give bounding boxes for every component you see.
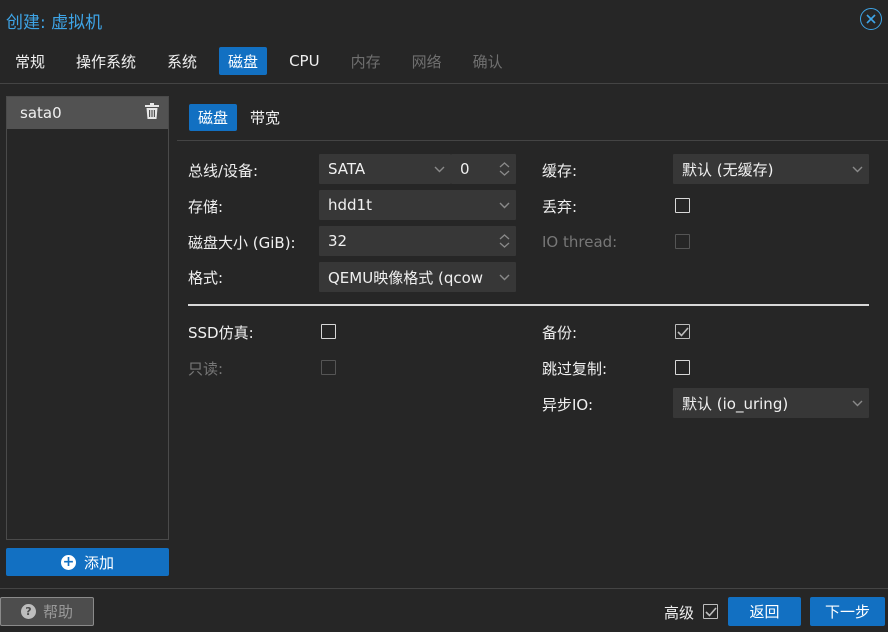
checkmark-icon [676, 326, 689, 337]
storage-label: 存储: [188, 197, 224, 216]
async-io-label: 异步IO: [542, 395, 594, 414]
bus-select[interactable]: SATA [319, 154, 451, 184]
ssd-checkbox[interactable] [321, 324, 336, 339]
add-disk-button[interactable]: + 添加 [6, 548, 169, 576]
discard-checkbox[interactable] [675, 198, 690, 213]
subtab-disk[interactable]: 磁盘 [189, 104, 238, 131]
async-io-select[interactable]: 默认 (io_uring) [673, 388, 869, 418]
chevron-down-icon[interactable] [492, 190, 516, 220]
disk-sub-tabs: 磁盘 带宽 [189, 104, 293, 131]
chevron-down-icon[interactable] [492, 262, 516, 292]
tab-network: 网络 [411, 52, 442, 71]
ssd-label: SSD仿真: [188, 323, 254, 342]
tab-cpu[interactable]: CPU [280, 47, 329, 75]
help-button[interactable]: ? 帮助 [0, 597, 94, 626]
device-number-spinner[interactable]: 0 [451, 154, 516, 184]
advanced-checkbox[interactable] [703, 604, 718, 619]
subtab-bandwidth[interactable]: 带宽 [241, 104, 289, 131]
tab-os[interactable]: 操作系统 [67, 47, 145, 75]
backup-checkbox[interactable] [675, 324, 690, 339]
trash-icon[interactable] [145, 103, 159, 119]
close-button[interactable] [860, 8, 882, 30]
format-value: QEMU映像格式 (qcow [328, 268, 484, 287]
chevron-down-icon[interactable] [427, 154, 451, 184]
device-value: 0 [460, 160, 470, 178]
chevron-down-icon[interactable] [845, 154, 869, 184]
chevron-down-icon[interactable] [845, 388, 869, 418]
format-label: 格式: [188, 268, 224, 287]
add-button-label: 添加 [83, 553, 114, 572]
disk-list: sata0 [6, 96, 169, 540]
disk-item-label: sata0 [20, 104, 62, 122]
tab-memory: 内存 [350, 52, 381, 71]
cache-label: 缓存: [542, 161, 578, 180]
plus-circle-icon: + [60, 554, 76, 570]
discard-label: 丢弃: [542, 197, 578, 216]
skip-replication-checkbox[interactable] [675, 360, 690, 375]
bus-value: SATA [328, 160, 366, 178]
checkmark-icon [704, 606, 717, 617]
disk-list-item[interactable]: sata0 [7, 97, 168, 129]
iothread-checkbox [675, 234, 690, 249]
wizard-tabs: 常规 操作系统 系统 磁盘 CPU 内存 网络 确认 [6, 47, 525, 75]
storage-value: hdd1t [328, 196, 372, 214]
help-label: 帮助 [42, 603, 73, 621]
format-select[interactable]: QEMU映像格式 (qcow [319, 262, 516, 292]
spinner-arrows-icon[interactable] [492, 226, 516, 256]
advanced-label: 高级 [664, 604, 695, 622]
disk-size-label: 磁盘大小 (GiB): [188, 233, 296, 252]
window-title: 创建: 虚拟机 [6, 12, 103, 33]
async-io-value: 默认 (io_uring) [682, 394, 789, 413]
readonly-checkbox [321, 360, 336, 375]
next-button[interactable]: 下一步 [810, 597, 885, 626]
cache-value: 默认 (无缓存) [682, 160, 774, 179]
disk-size-input[interactable]: 32 [319, 226, 516, 256]
bus-label: 总线/设备: [188, 161, 259, 180]
readonly-label: 只读: [188, 359, 224, 378]
tab-confirm: 确认 [472, 52, 503, 71]
subtabs-divider [177, 140, 888, 141]
iothread-label: IO thread: [542, 233, 618, 251]
tab-system[interactable]: 系统 [158, 47, 206, 75]
spinner-arrows-icon[interactable] [492, 154, 516, 184]
back-button[interactable]: 返回 [728, 597, 801, 626]
cache-select[interactable]: 默认 (无缓存) [673, 154, 869, 184]
disk-size-value: 32 [328, 232, 348, 250]
window-titlebar: 创建: 虚拟机 [0, 0, 888, 40]
question-circle-icon: ? [20, 604, 36, 619]
storage-select[interactable]: hdd1t [319, 190, 516, 220]
backup-label: 备份: [542, 323, 578, 342]
tab-general[interactable]: 常规 [6, 47, 54, 75]
tab-disks[interactable]: 磁盘 [219, 47, 268, 75]
close-icon [866, 14, 876, 24]
tabs-divider [0, 83, 888, 84]
footer-divider [0, 588, 888, 589]
section-separator [188, 304, 869, 306]
skip-replication-label: 跳过复制: [542, 359, 608, 378]
